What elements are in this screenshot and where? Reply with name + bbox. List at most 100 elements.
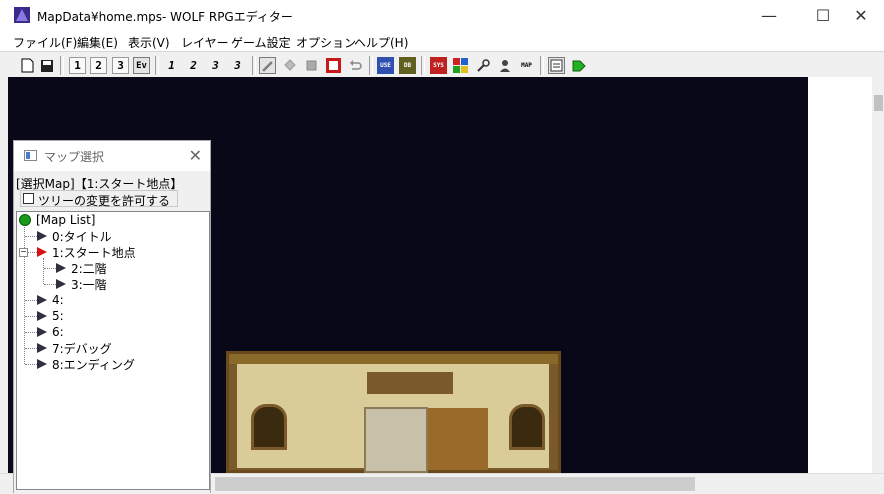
tile-grid-icon: [453, 58, 468, 73]
layer2-upper-button[interactable]: 2: [185, 57, 202, 74]
rect-tool-button[interactable]: [303, 57, 320, 74]
map-list-toggle-button[interactable]: [548, 57, 565, 74]
variable-db-button[interactable]: DB: [399, 57, 416, 74]
tree-item-label: 4:: [52, 293, 64, 307]
undo-icon: [350, 60, 362, 70]
map-triangle-icon: [37, 327, 47, 337]
region-tool-button[interactable]: [325, 57, 342, 74]
horizontal-scroll-thumb[interactable]: [215, 477, 695, 491]
menu-game-settings[interactable]: ゲーム設定: [231, 34, 291, 51]
tree-item-label: 7:デバッグ: [52, 341, 112, 356]
map-triangle-icon: [37, 343, 47, 353]
window-title: MapData¥home.mps- WOLF RPGエディター: [37, 10, 293, 24]
layer1-button[interactable]: 1: [69, 57, 86, 74]
tree-item-5[interactable]: 5:: [37, 308, 64, 324]
menu-options[interactable]: オプション: [296, 34, 356, 51]
tree-item-6[interactable]: 6:: [37, 324, 64, 340]
tree-item-3[interactable]: 3:一階: [56, 276, 107, 292]
allow-tree-change-checkbox[interactable]: [23, 193, 34, 204]
save-button[interactable]: [38, 57, 55, 74]
map-room-tiles: [226, 351, 561, 473]
tree-connector: [25, 300, 37, 301]
toolbar: 1 2 3 Ev 1 2 3 3 USE DB SYS MAP: [0, 51, 884, 79]
active-map-triangle-icon: [37, 247, 47, 257]
tree-root-label: [Map List]: [36, 213, 96, 227]
vertical-scroll-thumb[interactable]: [874, 95, 883, 111]
tools-button[interactable]: [474, 57, 491, 74]
map-triangle-icon: [56, 263, 66, 273]
vertical-scrollbar[interactable]: [872, 77, 884, 473]
allow-tree-change-row[interactable]: ツリーの変更を許可する: [20, 190, 178, 208]
menu-layer[interactable]: レイヤー: [181, 34, 229, 51]
tree-connector: [25, 236, 37, 237]
pencil-tool-button[interactable]: [259, 57, 276, 74]
layer2-button[interactable]: 2: [90, 57, 107, 74]
menu-file[interactable]: ファイル(F): [13, 34, 77, 51]
character-button[interactable]: [496, 57, 513, 74]
toolbar-separator: [155, 56, 159, 75]
test-play-button[interactable]: [570, 57, 587, 74]
tree-connector: [25, 364, 37, 365]
tree-item-label: 0:タイトル: [52, 229, 112, 244]
room-wall: [237, 364, 549, 473]
new-file-button[interactable]: [19, 57, 36, 74]
tree-item-label: 5:: [52, 309, 64, 323]
chip-settings-button[interactable]: [452, 57, 469, 74]
character-icon: [499, 59, 510, 72]
tree-item-label: 8:エンディング: [52, 357, 135, 372]
room-beam: [229, 354, 558, 364]
collapse-toggle[interactable]: −: [19, 248, 28, 257]
map-select-button[interactable]: MAP: [518, 57, 535, 74]
system-db-button[interactable]: SYS: [430, 57, 447, 74]
tree-item-1[interactable]: 1:スタート地点: [37, 244, 136, 260]
fill-tool-button[interactable]: [281, 57, 298, 74]
toolbar-separator: [60, 56, 64, 75]
region-icon: [326, 58, 341, 73]
tree-item-0[interactable]: 0:タイトル: [37, 228, 112, 244]
wolf-app-icon: [14, 7, 30, 23]
play-icon: [572, 60, 586, 71]
tree-item-label: 2:二階: [71, 261, 107, 276]
map-triangle-icon: [37, 231, 47, 241]
menu-help[interactable]: ヘルプ(H): [354, 34, 408, 51]
layer3-upper-button[interactable]: 3: [207, 57, 224, 74]
layer1-upper-button[interactable]: 1: [163, 57, 180, 74]
dialog-title-bar[interactable]: マップ選択 ✕: [14, 141, 210, 171]
user-db-button[interactable]: USE: [377, 57, 394, 74]
title-bar: MapData¥home.mps- WOLF RPGエディター — ☐ ✕: [0, 0, 884, 31]
tree-item-2[interactable]: 2:二階: [56, 260, 107, 276]
map-list-root-icon: [19, 214, 31, 226]
layer3-button[interactable]: 3: [112, 57, 129, 74]
save-icon: [40, 59, 53, 72]
map-select-dialog: マップ選択 ✕ [選択Map]【1:スタート地点】 ツリーの変更を許可する [M…: [13, 140, 211, 494]
room-window: [509, 404, 545, 450]
maximize-icon: ☐: [815, 6, 831, 25]
layer-all-upper-button[interactable]: 3: [229, 57, 246, 74]
tree-item-label: 3:一階: [71, 277, 107, 292]
map-tree[interactable]: [Map List] 0:タイトル − 1:スタート地点 2:二階 3:一階 4…: [16, 211, 210, 490]
wall-shelf: [367, 372, 453, 394]
menu-view[interactable]: 表示(V): [128, 34, 170, 51]
menu-edit[interactable]: 編集(E): [77, 34, 118, 51]
tree-connector: [25, 332, 37, 333]
toolbar-separator: [540, 56, 544, 75]
close-button[interactable]: ✕: [838, 0, 884, 31]
tree-item-4[interactable]: 4:: [37, 292, 64, 308]
tree-item-label: 1:スタート地点: [52, 245, 136, 260]
tree-item-7[interactable]: 7:デバッグ: [37, 340, 112, 356]
dialog-body: [選択Map]【1:スタート地点】 ツリーの変更を許可する [Map List]: [14, 171, 210, 494]
undo-button[interactable]: [347, 57, 364, 74]
tree-item-8[interactable]: 8:エンディング: [37, 356, 135, 372]
minimize-icon: —: [761, 6, 777, 25]
close-icon: ✕: [854, 6, 868, 25]
minimize-button[interactable]: —: [746, 0, 792, 31]
right-panel: [808, 77, 872, 473]
dish-cabinet: [428, 408, 488, 470]
tree-root[interactable]: [Map List]: [19, 212, 95, 228]
new-file-icon: [21, 58, 34, 73]
tree-connector: [44, 268, 56, 269]
dialog-close-icon[interactable]: ✕: [189, 146, 202, 165]
map-triangle-icon: [37, 311, 47, 321]
event-layer-button[interactable]: Ev: [133, 57, 150, 74]
menu-bar: ファイル(F) 編集(E) 表示(V) レイヤー ゲーム設定 オプション ヘルプ…: [0, 31, 884, 51]
